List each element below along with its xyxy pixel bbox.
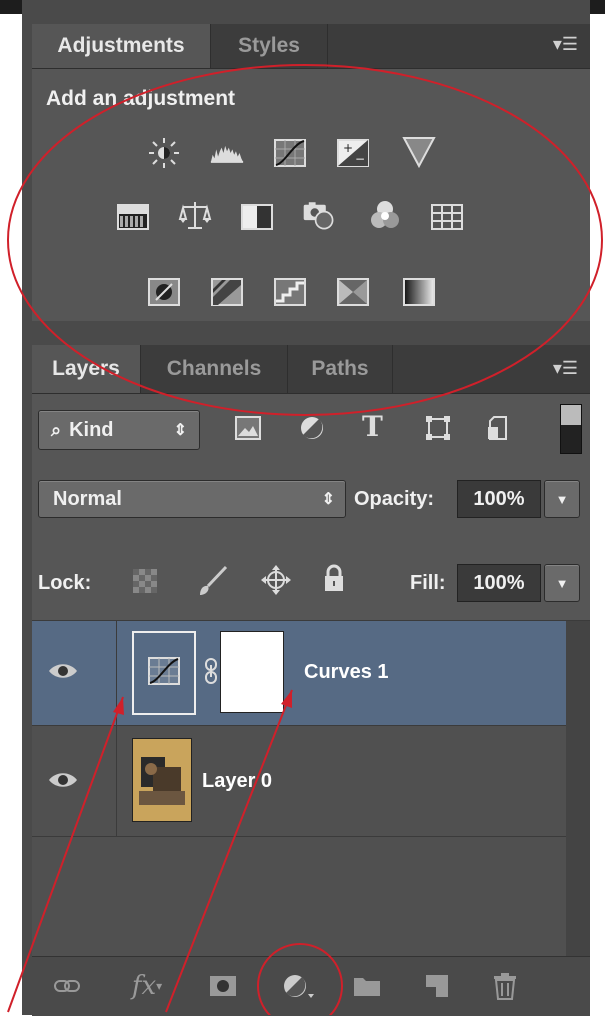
annotation-overlay (7, 64, 603, 1015)
annotation-arrowhead-thumbnail (113, 697, 124, 715)
annotation-arrow-mask (165, 689, 293, 1013)
annotation-circle-adjustment-button (257, 943, 343, 1015)
annotation-arrowhead-mask (281, 690, 292, 708)
annotation-ellipse-adjustments (7, 64, 603, 416)
annotation-arrow-thumbnail (7, 696, 124, 1013)
